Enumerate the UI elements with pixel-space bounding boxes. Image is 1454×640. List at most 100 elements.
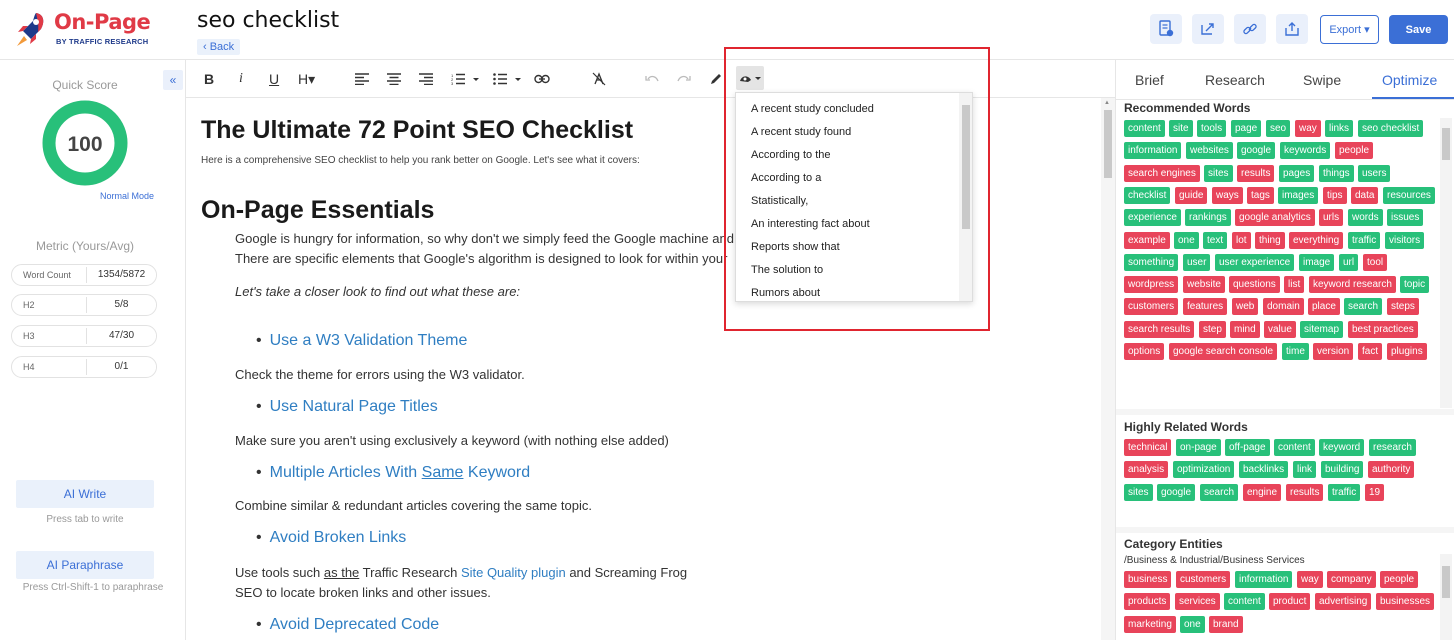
paragraph[interactable]: Combine similar & redundant articles cov… [235,498,592,513]
section-heading[interactable]: On-Page Essentials [201,196,434,225]
paragraph[interactable]: Use tools such as the Traffic Research S… [235,565,687,580]
keyword-chip[interactable]: seo [1266,120,1291,137]
keyword-chip[interactable]: traffic [1328,483,1361,501]
undo-button[interactable] [644,70,660,88]
keyword-chip[interactable]: building [1321,461,1364,479]
keyword-chip[interactable]: optimization [1173,461,1235,479]
tab-swipe[interactable]: Swipe [1303,72,1341,88]
tab-optimize[interactable]: Optimize [1382,72,1437,88]
paragraph[interactable]: Make sure you aren't using exclusively a… [235,433,669,448]
keyword-chip[interactable]: rankings [1185,209,1231,227]
keyword-chip[interactable]: search [1344,298,1383,316]
keyword-chip[interactable]: domain [1263,298,1304,316]
keyword-chip[interactable]: one [1174,231,1199,249]
redo-button[interactable] [676,70,692,88]
recommended-scroll-thumb[interactable] [1442,128,1450,160]
keyword-chip[interactable]: sites [1124,483,1153,501]
keyword-chip[interactable]: sitemap [1300,320,1344,338]
recommended-scrollbar[interactable] [1440,118,1452,408]
keyword-chip[interactable]: urls [1319,209,1344,227]
keyword-chip[interactable]: tool [1363,253,1388,271]
keyword-chip[interactable]: company [1327,571,1376,588]
keyword-chip[interactable]: businesses [1376,593,1435,611]
keyword-chip[interactable]: value [1264,320,1296,338]
bullet-list-button[interactable] [492,70,522,88]
paragraph[interactable]: There are specific elements that Google'… [235,251,727,266]
keyword-chip[interactable]: information [1124,142,1182,160]
copy-link-button[interactable] [1234,14,1266,44]
keyword-chip[interactable]: 19 [1365,483,1385,501]
keyword-chip[interactable]: content [1274,439,1315,456]
heading-dropdown[interactable]: H▾ [298,70,315,88]
keyword-chip[interactable]: best practices [1348,320,1418,338]
keyword-chip[interactable]: tips [1323,186,1347,204]
ai-write-button[interactable]: AI Write [16,480,154,508]
keyword-chip[interactable]: keyword [1319,439,1365,456]
underline-button[interactable]: U [269,70,279,88]
keyword-chip[interactable]: version [1313,343,1354,360]
keyword-chip[interactable]: people [1380,571,1419,588]
align-center-button[interactable] [386,70,402,88]
keyword-chip[interactable]: technical [1124,439,1172,456]
keyword-chip[interactable]: keyword research [1309,276,1396,294]
ai-paraphrase-button[interactable]: AI Paraphrase [16,551,154,579]
category-scrollbar[interactable] [1440,554,1452,640]
insert-link-button[interactable] [534,70,550,88]
category-scroll-thumb[interactable] [1442,566,1450,598]
keyword-chip[interactable]: content [1224,593,1265,611]
save-button[interactable]: Save [1389,15,1448,44]
keyword-chip[interactable]: resources [1383,186,1435,204]
keyword-chip[interactable]: time [1282,343,1309,360]
keyword-chip[interactable]: links [1325,120,1354,137]
keyword-chip[interactable]: mind [1230,320,1260,338]
flagged-word[interactable]: Same [422,464,464,481]
keyword-chip[interactable]: words [1348,209,1383,227]
keyword-chip[interactable]: product [1269,593,1311,611]
tab-research[interactable]: Research [1205,72,1265,88]
ordered-list-button[interactable]: 123 [450,70,480,88]
align-right-button[interactable] [418,70,434,88]
keyword-chip[interactable]: way [1297,571,1323,588]
keyword-chip[interactable]: off-page [1225,439,1270,456]
keyword-chip[interactable]: web [1232,298,1259,316]
keyword-chip[interactable]: websites [1186,142,1233,160]
clear-format-button[interactable] [591,70,607,88]
keyword-chip[interactable]: services [1175,593,1220,611]
keyword-chip[interactable]: plugins [1387,343,1427,360]
list-item[interactable]: Avoid Broken Links [256,529,407,547]
keyword-chip[interactable]: lot [1232,231,1251,249]
keyword-chip[interactable]: checklist [1124,186,1171,204]
keyword-chip[interactable]: features [1183,298,1228,316]
list-item[interactable]: Avoid Deprecated Code [256,616,440,634]
keyword-chip[interactable]: keywords [1280,142,1331,160]
keyword-chip[interactable]: way [1295,120,1321,137]
keyword-chip[interactable]: images [1278,186,1319,204]
keyword-chip[interactable]: one [1180,615,1205,633]
keyword-chip[interactable]: topic [1400,276,1430,294]
keyword-chip[interactable]: customers [1176,571,1231,588]
keyword-chip[interactable]: seo checklist [1358,120,1424,137]
tab-brief[interactable]: Brief [1135,72,1164,88]
keyword-chip[interactable]: ways [1212,186,1243,204]
keyword-chip[interactable]: on-page [1176,439,1221,456]
article-intro[interactable]: Here is a comprehensive SEO checklist to… [201,155,640,166]
keyword-chip[interactable]: people [1335,142,1374,160]
keyword-chip[interactable]: engine [1243,483,1282,501]
share-button[interactable] [1192,14,1224,44]
keyword-chip[interactable]: everything [1289,231,1344,249]
keyword-chip[interactable]: brand [1209,615,1243,633]
keyword-chip[interactable]: sites [1204,164,1233,182]
keyword-chip[interactable]: pages [1279,164,1315,182]
keyword-chip[interactable]: analysis [1124,461,1169,479]
keyword-chip[interactable]: list [1284,276,1305,294]
keyword-chip[interactable]: content [1124,120,1165,137]
keyword-chip[interactable]: results [1237,164,1275,182]
keyword-chip[interactable]: traffic [1348,231,1381,249]
keyword-chip[interactable]: page [1231,120,1262,137]
keyword-chip[interactable]: user experience [1215,253,1295,271]
editor-scroll-thumb[interactable] [1104,110,1112,178]
keyword-chip[interactable]: image [1299,253,1335,271]
keyword-chip[interactable]: issues [1387,209,1424,227]
paragraph[interactable]: Check the theme for errors using the W3 … [235,367,525,382]
keyword-chip[interactable]: user [1183,253,1211,271]
